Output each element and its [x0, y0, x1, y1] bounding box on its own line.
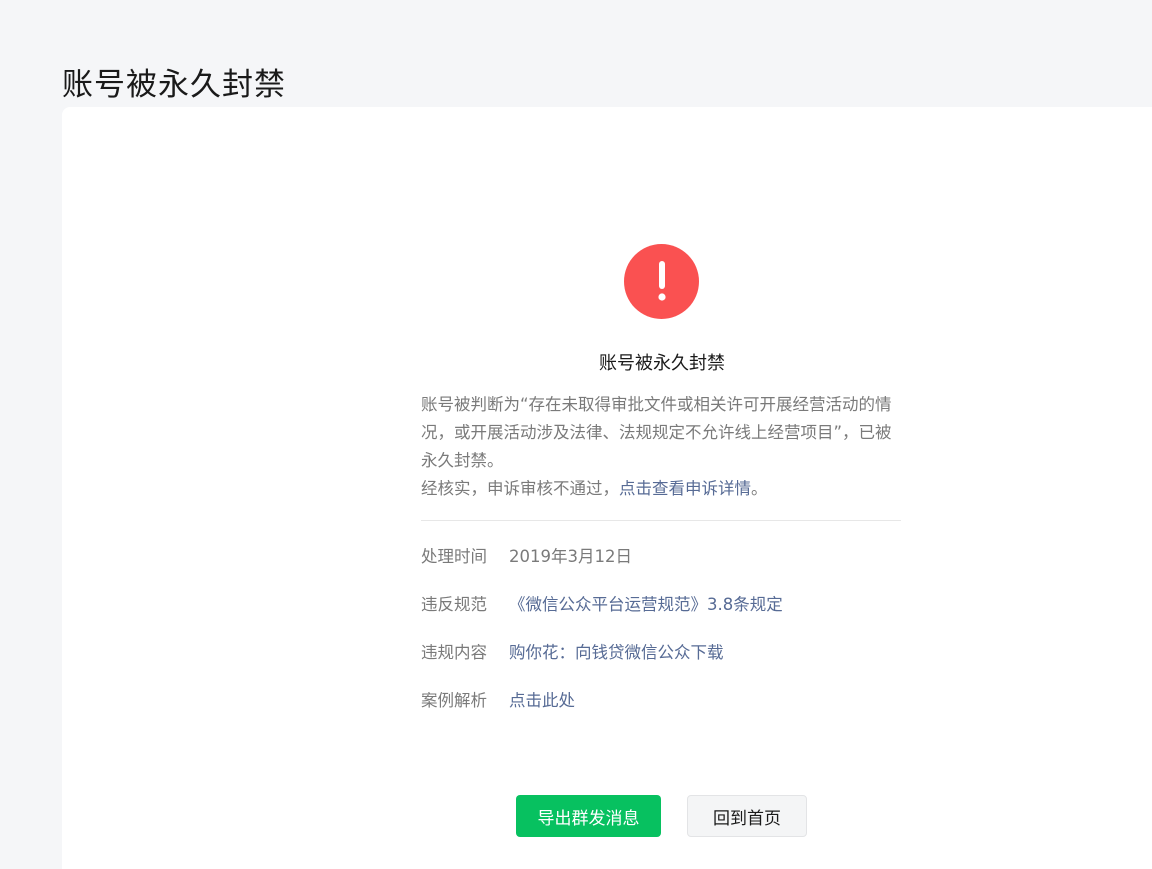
info-row-case-analysis: 案例解析 点击此处 — [421, 687, 901, 715]
info-row-violation-content: 违规内容 购你花：向钱贷微信公众下载 — [421, 639, 901, 667]
notice-description: 账号被判断为“存在未取得审批文件或相关许可开展经营活动的情况，或开展活动涉及法律… — [421, 391, 905, 503]
back-home-button[interactable]: 回到首页 — [687, 795, 807, 837]
violated-rule-link[interactable]: 《微信公众平台运营规范》3.8条规定 — [509, 591, 783, 619]
ban-reason-text: 账号被判断为“存在未取得审批文件或相关许可开展经营活动的情况，或开展活动涉及法律… — [421, 395, 892, 470]
appeal-result-text: 经核实，申诉审核不通过，点击查看申诉详情。 — [421, 475, 905, 503]
info-label: 违规内容 — [421, 643, 487, 662]
ban-notice-card: 账号被永久封禁 账号被判断为“存在未取得审批文件或相关许可开展经营活动的情况，或… — [62, 107, 1152, 869]
page: 账号被永久封禁 账号被永久封禁 账号被判断为“存在未取得审批文件或相关许可开展经… — [0, 0, 1152, 869]
info-row-process-time: 处理时间 2019年3月12日 — [421, 543, 901, 571]
info-label: 案例解析 — [421, 691, 487, 710]
ban-info-list: 处理时间 2019年3月12日 违反规范 《微信公众平台运营规范》3.8条规定 … — [421, 543, 901, 735]
export-broadcast-button[interactable]: 导出群发消息 — [516, 795, 661, 837]
info-label: 处理时间 — [421, 547, 487, 566]
process-time-value: 2019年3月12日 — [509, 547, 632, 566]
violation-content-link[interactable]: 购你花：向钱贷微信公众下载 — [509, 639, 724, 667]
notice-title: 账号被永久封禁 — [599, 353, 725, 374]
info-row-violated-rule: 违反规范 《微信公众平台运营规范》3.8条规定 — [421, 591, 901, 619]
page-title: 账号被永久封禁 — [62, 66, 286, 103]
info-label: 违反规范 — [421, 595, 487, 614]
exclamation-mark-glyph — [657, 260, 666, 301]
appeal-result-suffix: 。 — [751, 479, 768, 498]
exclamation-icon — [624, 244, 699, 319]
appeal-result-prefix: 经核实，申诉审核不通过， — [421, 479, 619, 498]
case-analysis-link[interactable]: 点击此处 — [509, 687, 575, 715]
divider — [421, 520, 901, 521]
appeal-details-link[interactable]: 点击查看申诉详情 — [619, 479, 751, 498]
